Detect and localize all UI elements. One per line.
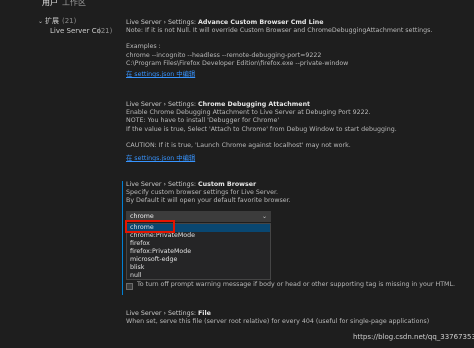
setting-custom-browser: Live Server › Settings: Custom Browser S…: [126, 181, 466, 206]
toc-item-live-server[interactable]: Live Server Co... (21): [50, 27, 113, 35]
watermark-url: https://blog.csdn.net/qq_33767353: [353, 333, 474, 341]
setting-chrome-debugging-attachment: Live Server › Settings: Chrome Debugging…: [126, 101, 466, 163]
highlight-annotation-box: [125, 220, 175, 233]
option-blisk[interactable]: blisk: [127, 264, 270, 272]
setting-title-prefix: Live Server › Settings:: [126, 310, 198, 317]
settings-editor: Live Server › Settings: Advance Custom B…: [118, 0, 474, 348]
select-value: chrome: [130, 213, 154, 220]
setting-description-line: When set, serve this file (server root r…: [126, 318, 430, 326]
setting-description-line: [126, 35, 466, 43]
no-prompt-label: To turn off prompt warning message if bo…: [137, 281, 455, 288]
option-firefox-private[interactable]: firefox:PrivateMode: [127, 248, 270, 256]
setting-description-line: By Default it will open your default fav…: [126, 197, 291, 205]
tab-workspace[interactable]: 工作区: [62, 0, 86, 8]
setting-advance-custom-browser-cmd-line: Live Server › Settings: Advance Custom B…: [126, 19, 466, 79]
setting-title: Live Server › Settings: Advance Custom B…: [126, 19, 466, 27]
setting-description-line: Examples :: [126, 43, 161, 51]
setting-description-line: Note: If it is not Null. It will overrid…: [126, 27, 433, 35]
no-prompt-checkbox[interactable]: [126, 283, 133, 290]
setting-description-line: If the value is true, Select 'Attach to …: [126, 125, 397, 133]
toc-item-count: (21): [98, 27, 113, 35]
toc-group-label: 扩展: [45, 17, 59, 25]
setting-description-line: C:\Program Files\Firefox Developer Editi…: [126, 59, 349, 67]
setting-title-prefix: Live Server › Settings:: [126, 19, 198, 26]
setting-description-line: Enable Chrome Debugging Attachment to Li…: [126, 109, 371, 117]
setting-title-name: Chrome Debugging Attachment: [197, 101, 311, 108]
toc-group-count: (21): [62, 17, 77, 25]
setting-description-line: chrome --incognito --headless --remote-d…: [126, 51, 322, 59]
setting-description-line: NOTE: You have to install 'Debugger for …: [126, 117, 280, 125]
setting-title-name: Custom Browser: [197, 181, 257, 188]
toc-group-extensions[interactable]: ⌄ 扩展 (21): [38, 16, 76, 26]
setting-file: Live Server › Settings: File When set, s…: [126, 310, 466, 326]
setting-description-line: CAUTION: If it is true, 'Launch Chrome a…: [126, 141, 351, 149]
setting-title-name: File: [197, 310, 211, 317]
chevron-down-icon: ⌄: [38, 18, 44, 25]
setting-title-prefix: Live Server › Settings:: [126, 101, 198, 108]
option-null[interactable]: null: [127, 272, 270, 280]
setting-title-prefix: Live Server › Settings:: [126, 181, 198, 188]
focused-setting-indicator: [122, 181, 123, 295]
settings-toc-sidebar: ⌄ 扩展 (21) Live Server Co... (21): [0, 8, 118, 348]
chevron-down-icon: ⌄: [261, 213, 267, 220]
setting-title: Live Server › Settings: File: [126, 310, 466, 318]
edit-in-settings-json-link[interactable]: 在 settings.json 中编辑: [126, 155, 466, 163]
option-chrome-private[interactable]: chrome:PrivateMode: [127, 232, 270, 240]
edit-in-settings-json-link[interactable]: 在 settings.json 中编辑: [126, 71, 466, 79]
setting-description-line: Specify custom browser settings for Live…: [126, 189, 279, 197]
setting-title-name: Advance Custom Browser Cmd Line: [197, 19, 324, 26]
setting-title: Live Server › Settings: Chrome Debugging…: [126, 101, 466, 109]
option-firefox[interactable]: firefox: [127, 240, 270, 248]
option-microsoft-edge[interactable]: microsoft-edge: [127, 256, 270, 264]
setting-title: Live Server › Settings: Custom Browser: [126, 181, 466, 189]
setting-description-line: [126, 134, 466, 142]
